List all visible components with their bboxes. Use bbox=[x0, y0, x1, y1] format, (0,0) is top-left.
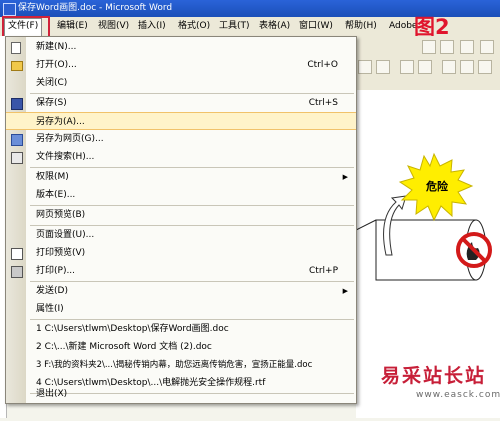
menu-item-close-label: 关闭(C) bbox=[36, 78, 68, 88]
menu-item-versions-label: 版本(E)... bbox=[36, 190, 76, 200]
menu-tools[interactable]: 工具(T) bbox=[216, 19, 253, 34]
open-folder-icon bbox=[11, 61, 23, 71]
toolbar-button-icon[interactable] bbox=[460, 40, 474, 54]
menu-item-save[interactable]: 保存(S) Ctrl+S bbox=[6, 94, 356, 112]
curved-arrow-icon bbox=[383, 195, 407, 256]
menu-item-save-as[interactable]: 另存为(A)... bbox=[6, 112, 356, 130]
menu-item-web-preview[interactable]: 网页预览(B) bbox=[6, 206, 356, 224]
pipe-line bbox=[355, 219, 377, 231]
file-search-icon bbox=[11, 152, 23, 164]
word-app-icon bbox=[3, 3, 16, 16]
menu-item-send-to[interactable]: 发送(D) ▶ bbox=[6, 282, 356, 300]
menu-item-file-search[interactable]: 文件搜索(H)... bbox=[6, 148, 356, 166]
menu-table[interactable]: 表格(A) bbox=[256, 19, 293, 34]
menu-item-permission-label: 权限(M) bbox=[36, 172, 69, 182]
menu-item-file-search-label: 文件搜索(H)... bbox=[36, 152, 95, 162]
menu-item-send-to-label: 发送(D) bbox=[36, 286, 68, 296]
menu-item-print-label: 打印(P)... bbox=[36, 266, 76, 276]
zoom-icon[interactable] bbox=[440, 40, 454, 54]
menu-item-exit[interactable]: 退出(X) bbox=[6, 385, 356, 403]
menu-item-recent-1[interactable]: 1 C:\Users\tlwm\Desktop\保存Word画图.doc bbox=[6, 320, 356, 338]
toolbar bbox=[352, 36, 500, 91]
toolbar-button-icon[interactable] bbox=[480, 40, 494, 54]
printer-icon bbox=[11, 266, 23, 278]
toolbar-button-icon[interactable] bbox=[358, 60, 372, 74]
menu-item-recent-3-label: 3 F:\我的资料夹2\...\揭秘传销内幕，助您远离传销危害，宣扬正能量.do… bbox=[36, 360, 313, 370]
menu-item-close[interactable]: 关闭(C) bbox=[6, 74, 356, 92]
menu-item-print-preview-label: 打印预览(V) bbox=[36, 248, 86, 258]
menu-insert[interactable]: 插入(I) bbox=[135, 19, 169, 34]
menu-item-recent-2-label: 2 C:\...\新建 Microsoft Word 文档 (2).doc bbox=[36, 342, 212, 352]
menu-item-web-preview-label: 网页预览(B) bbox=[36, 210, 86, 220]
menu-item-open[interactable]: 打开(O)... Ctrl+O bbox=[6, 56, 356, 74]
drawing-icon[interactable] bbox=[422, 40, 436, 54]
window-title: 保存Word画图.doc - Microsoft Word bbox=[18, 3, 173, 13]
menu-item-recent-1-label: 1 C:\Users\tlwm\Desktop\保存Word画图.doc bbox=[36, 324, 229, 334]
watermark-url: www.easck.com bbox=[416, 390, 500, 400]
save-as-web-icon bbox=[11, 134, 23, 146]
menu-item-permission[interactable]: 权限(M) ▶ bbox=[6, 168, 356, 186]
new-document-icon bbox=[11, 42, 21, 54]
toolbar-button-icon[interactable] bbox=[442, 60, 456, 74]
menu-item-properties-label: 属性(I) bbox=[36, 304, 64, 314]
menu-item-page-setup[interactable]: 页面设置(U)... bbox=[6, 226, 356, 244]
save-disk-icon bbox=[11, 98, 23, 110]
menu-item-exit-label: 退出(X) bbox=[36, 389, 68, 399]
menu-item-new-label: 新建(N)... bbox=[36, 42, 77, 52]
menu-item-save-shortcut: Ctrl+S bbox=[308, 98, 338, 108]
menu-item-open-label: 打开(O)... bbox=[36, 60, 77, 70]
toolbar-button-icon[interactable] bbox=[400, 60, 414, 74]
menu-item-save-label: 保存(S) bbox=[36, 98, 67, 108]
menu-item-recent-3[interactable]: 3 F:\我的资料夹2\...\揭秘传销内幕，助您远离传销危害，宣扬正能量.do… bbox=[6, 356, 356, 374]
toolbar-button-icon[interactable] bbox=[376, 60, 390, 74]
menu-item-open-shortcut: Ctrl+O bbox=[307, 60, 338, 70]
submenu-arrow-icon: ▶ bbox=[342, 287, 348, 295]
menu-edit[interactable]: 编辑(E) bbox=[54, 19, 91, 34]
menu-item-save-as-label: 另存为(A)... bbox=[36, 117, 85, 127]
menu-item-print[interactable]: 打印(P)... Ctrl+P bbox=[6, 262, 356, 280]
submenu-arrow-icon: ▶ bbox=[342, 173, 348, 181]
menu-window[interactable]: 窗口(W) bbox=[296, 19, 336, 34]
menu-item-page-setup-label: 页面设置(U)... bbox=[36, 230, 95, 240]
watermark-title: 易采站长站 bbox=[381, 365, 487, 387]
menu-file[interactable]: 文件(F) bbox=[4, 18, 43, 37]
menu-item-print-shortcut: Ctrl+P bbox=[309, 266, 338, 276]
menu-help[interactable]: 帮助(H) bbox=[342, 19, 380, 34]
toolbar-button-icon[interactable] bbox=[478, 60, 492, 74]
file-menu-dropdown: 新建(N)... 打开(O)... Ctrl+O 关闭(C) 保存(S) Ctr… bbox=[5, 36, 357, 404]
danger-label: 危险 bbox=[425, 179, 449, 193]
menu-item-recent-2[interactable]: 2 C:\...\新建 Microsoft Word 文档 (2).doc bbox=[6, 338, 356, 356]
menu-item-versions[interactable]: 版本(E)... bbox=[6, 186, 356, 204]
menu-view[interactable]: 视图(V) bbox=[95, 19, 132, 34]
toolbar-button-icon[interactable] bbox=[418, 60, 432, 74]
site-watermark: 易采站长站 www.easck.com bbox=[381, 364, 500, 400]
menu-item-save-as-web[interactable]: 另存为网页(G)... bbox=[6, 130, 356, 148]
menu-format[interactable]: 格式(O) bbox=[175, 19, 213, 34]
print-preview-icon bbox=[11, 248, 23, 260]
menu-item-new[interactable]: 新建(N)... bbox=[6, 38, 356, 56]
toolbar-button-icon[interactable] bbox=[460, 60, 474, 74]
menu-item-properties[interactable]: 属性(I) bbox=[6, 300, 356, 318]
menu-item-print-preview[interactable]: 打印预览(V) bbox=[6, 244, 356, 262]
menu-item-save-as-web-label: 另存为网页(G)... bbox=[36, 134, 104, 144]
